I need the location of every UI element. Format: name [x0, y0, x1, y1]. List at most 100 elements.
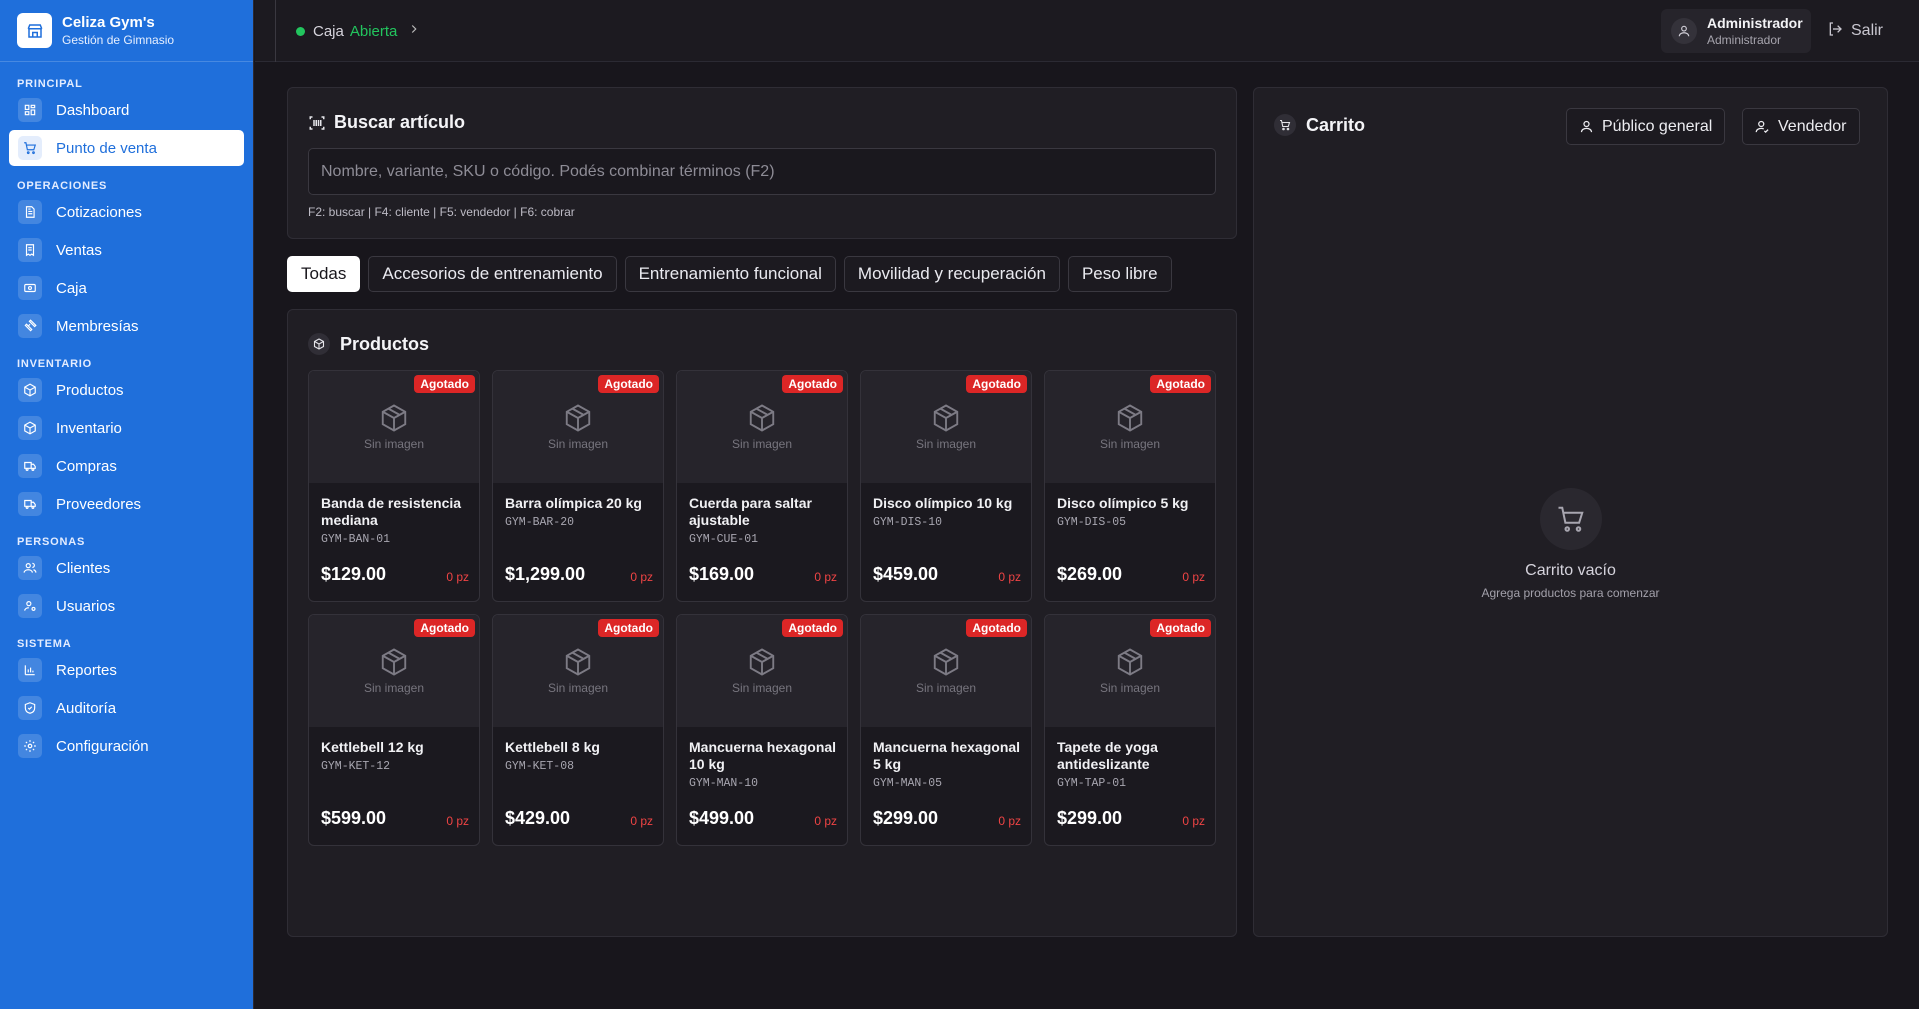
no-image-label: Sin imagen	[363, 437, 425, 451]
package-icon	[18, 378, 42, 402]
sidebar-item-auditoria[interactable]: Auditoría	[9, 690, 244, 726]
product-name-text: Kettlebell 12 kg	[321, 739, 424, 755]
product-sku: GYM-TAP-01	[1057, 777, 1127, 790]
category-tabs: Todas Accesorios de entrenamiento Entrenam…	[287, 256, 1180, 292]
search-title: Buscar artículo	[308, 112, 465, 133]
product-card[interactable]: Sin imagen Agotado Tapete de yoga antide…	[1044, 614, 1216, 846]
product-card[interactable]: Sin imagen Agotado Mancuerna hexagonal 1…	[676, 614, 848, 846]
status-badge: Agotado	[414, 619, 475, 637]
sidebar-item-reportes[interactable]: Reportes	[9, 652, 244, 688]
product-card[interactable]: Sin imagen Agotado Disco olímpico 5 kg G…	[1044, 370, 1216, 602]
logout-button[interactable]: Salir	[1827, 0, 1883, 62]
brand[interactable]: Celiza Gym's Gestión de Gimnasio	[0, 0, 253, 62]
sidebar-item-usuarios[interactable]: Usuarios	[9, 588, 244, 624]
sidebar-item-dashboard[interactable]: Dashboard	[9, 92, 244, 128]
product-name: Kettlebell 12 kg GYM-KET-12	[321, 739, 469, 775]
package-icon	[563, 647, 593, 681]
status-badge: Agotado	[414, 375, 475, 393]
product-sku: GYM-BAN-01	[321, 533, 391, 546]
truck-icon	[18, 492, 42, 516]
product-card[interactable]: Sin imagen Agotado Mancuerna hexagonal 5…	[860, 614, 1032, 846]
search-input[interactable]	[308, 148, 1216, 195]
sidebar-item-membresias[interactable]: Membresías	[9, 308, 244, 344]
sidebar-item-compras[interactable]: Compras	[9, 448, 244, 484]
no-image-label: Sin imagen	[731, 437, 793, 451]
logout-icon	[1827, 21, 1843, 42]
tab-accesorios-de-entrenamiento[interactable]: Accesorios de entrenamiento	[368, 256, 617, 292]
status-badge: Agotado	[782, 375, 843, 393]
product-price: $299.00	[873, 808, 939, 828]
product-name-text: Mancuerna hexagonal 10 kg	[689, 739, 837, 772]
user-role: Administrador	[1707, 33, 1782, 47]
product-stock: 0 pz	[446, 814, 469, 828]
search-panel: Buscar artículo F2: buscar | F4: cliente…	[287, 87, 1237, 239]
product-sku: GYM-DIS-10	[873, 516, 943, 529]
sidebar-item-cotizaciones[interactable]: Cotizaciones	[9, 194, 244, 230]
product-sku: GYM-KET-12	[321, 760, 391, 773]
cart-icon	[18, 136, 42, 160]
no-image-label: Sin imagen	[363, 681, 425, 695]
sidebar-section-label: PRINCIPAL	[17, 78, 83, 90]
user-menu[interactable]: Administrador Administrador	[1661, 9, 1811, 53]
bar-chart-icon	[18, 658, 42, 682]
product-sku: GYM-KET-08	[505, 760, 575, 773]
product-stock: 0 pz	[1182, 570, 1205, 584]
status-badge: Agotado	[966, 375, 1027, 393]
package-icon	[308, 333, 330, 355]
status-badge: Agotado	[598, 375, 659, 393]
shield-icon	[18, 696, 42, 720]
user-icon	[1579, 119, 1594, 134]
cart-empty-title: Carrito vacío	[1525, 562, 1616, 579]
sidebar-item-label: Caja	[56, 279, 87, 297]
status-badge: Agotado	[1150, 619, 1211, 637]
no-image-label: Sin imagen	[547, 437, 609, 451]
user-name: Administrador	[1707, 15, 1803, 31]
package-icon	[931, 647, 961, 681]
status-dot	[296, 26, 305, 36]
sidebar-item-configuracion[interactable]: Configuración	[9, 728, 244, 764]
customer-button[interactable]: Público general	[1566, 108, 1726, 145]
sidebar-item-punto-de-venta[interactable]: Punto de venta	[9, 130, 244, 166]
cart-icon	[1274, 114, 1296, 136]
sidebar-item-label: Clientes	[56, 559, 111, 577]
sidebar-item-label: Ventas	[56, 241, 102, 259]
tab-todas[interactable]: Todas	[287, 256, 361, 292]
no-image-label: Sin imagen	[547, 681, 609, 695]
package-icon	[379, 403, 409, 437]
product-card[interactable]: Sin imagen Agotado Kettlebell 12 kg GYM-…	[308, 614, 480, 846]
package-icon	[747, 647, 777, 681]
product-price: $499.00	[689, 808, 755, 828]
sidebar-item-productos[interactable]: Productos	[9, 372, 244, 408]
product-name: Kettlebell 8 kg GYM-KET-08	[505, 739, 653, 775]
cart-title: Carrito	[1274, 114, 1365, 136]
document-icon	[18, 200, 42, 224]
sidebar-item-inventario[interactable]: Inventario	[9, 410, 244, 446]
truck-icon	[18, 454, 42, 478]
tab-entrenamiento-funcional[interactable]: Entrenamiento funcional	[624, 256, 836, 292]
no-image-label: Sin imagen	[915, 437, 977, 451]
product-price: $599.00	[321, 808, 387, 828]
sidebar-item-proveedores[interactable]: Proveedores	[9, 486, 244, 522]
tab-peso-libre[interactable]: Peso libre	[1067, 256, 1172, 292]
status-badge: Agotado	[966, 619, 1027, 637]
product-card[interactable]: Sin imagen Agotado Disco olímpico 10 kg …	[860, 370, 1032, 602]
tab-movilidad-y-recuperacion[interactable]: Movilidad y recuperación	[843, 256, 1060, 292]
product-stock: 0 pz	[1182, 814, 1205, 828]
product-stock: 0 pz	[630, 570, 653, 584]
sidebar-item-caja[interactable]: Caja	[9, 270, 244, 306]
product-sku: GYM-CUE-01	[689, 533, 759, 546]
caja-status[interactable]: Caja Abierta	[275, 0, 421, 62]
sidebar-item-label: Cotizaciones	[56, 203, 142, 221]
sidebar-item-label: Punto de venta	[56, 139, 157, 157]
sidebar-item-ventas[interactable]: Ventas	[9, 232, 244, 268]
store-icon	[17, 13, 52, 48]
product-card[interactable]: Sin imagen Agotado Kettlebell 8 kg GYM-K…	[492, 614, 664, 846]
product-name: Barra olímpica 20 kg GYM-BAR-20	[505, 495, 653, 531]
seller-button[interactable]: Vendedor	[1742, 108, 1860, 145]
product-name-text: Tapete de yoga antideslizante	[1057, 739, 1158, 772]
products-title: Productos	[308, 333, 429, 355]
product-card[interactable]: Sin imagen Agotado Banda de resistencia …	[308, 370, 480, 602]
sidebar-item-clientes[interactable]: Clientes	[9, 550, 244, 586]
product-card[interactable]: Sin imagen Agotado Cuerda para saltar aj…	[676, 370, 848, 602]
product-card[interactable]: Sin imagen Agotado Barra olímpica 20 kg …	[492, 370, 664, 602]
